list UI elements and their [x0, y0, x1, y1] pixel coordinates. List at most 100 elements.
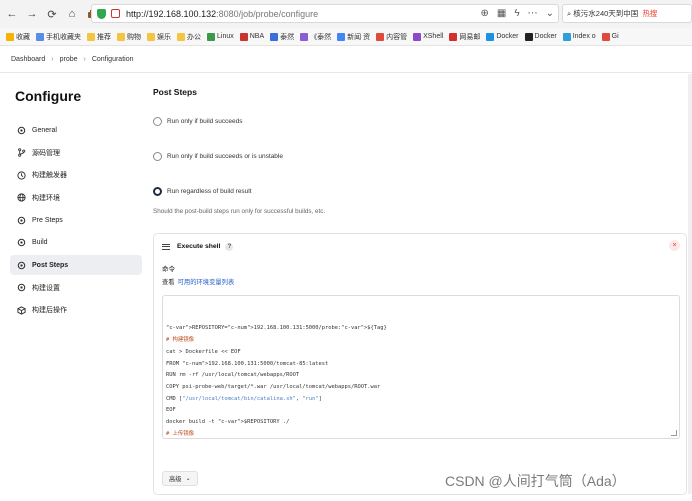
radio-run-regardless[interactable]: Run regardless of build result — [153, 187, 252, 196]
gear-icon — [16, 215, 26, 225]
command-textarea[interactable]: "c-var">REPOSITORY="c-num">192.168.100.1… — [162, 295, 680, 439]
chevron-down-icon: ⌄ — [185, 476, 191, 482]
main-content: Post Steps Run only if build succeeds Ru… — [152, 74, 692, 501]
bookmark-item[interactable]: 推荐 — [87, 32, 111, 42]
sidebar-nav: General 源码管理构建触发器构建环境 Pre Steps Build Post S… — [10, 120, 142, 323]
breadcrumb-configuration[interactable]: Configuration — [92, 56, 134, 63]
bookmark-icon — [376, 32, 385, 41]
translate-icon[interactable]: ▦ — [497, 8, 506, 19]
bookmark-item[interactable]: 办公 — [177, 32, 201, 42]
gear-icon — [16, 283, 26, 293]
sidebar-item-label: 构建环境 — [32, 194, 60, 202]
radio-button[interactable] — [153, 152, 162, 161]
star-icon — [6, 32, 14, 41]
sidebar-item-构建环境[interactable]: 构建环境 — [10, 188, 142, 208]
code-line: EOF — [166, 407, 176, 414]
code-line: cat > Dockerfile << EOF — [166, 348, 241, 355]
bookmark-icon — [601, 32, 610, 41]
bookmark-item[interactable]: 手机收藏夹 — [36, 32, 81, 42]
sidebar-item-构建后操作[interactable]: 构建后操作 — [10, 300, 142, 320]
bookmark-icon — [486, 32, 495, 41]
code-line: docker build -t "c-var">$REPOSITORY ./ — [166, 419, 290, 426]
bookmark-item[interactable]: 新闻 资 — [337, 32, 370, 42]
sidebar-item-构建触发器[interactable]: 构建触发器 — [10, 165, 142, 185]
bookmark-item[interactable]: Docker — [524, 32, 557, 41]
code-line: CMD ["/usr/local/tomcat/bin/catalina.sh"… — [166, 395, 322, 402]
code-line: COPY psi-probe-web/target/*.war /usr/loc… — [166, 383, 381, 390]
bookmark-icon — [117, 32, 125, 41]
home-icon[interactable]: ⌂ — [64, 6, 80, 22]
radio-run-if-success-or-unstable[interactable]: Run only if build succeeds or is unstabl… — [153, 152, 283, 161]
sidebar-item-label: Pre Steps — [32, 216, 63, 224]
branch-icon — [16, 148, 26, 158]
help-icon[interactable]: ? — [225, 242, 234, 251]
code-line: FROM "c-num">192.168.100.131:5000/tomcat… — [166, 360, 329, 367]
bookmark-item[interactable]: 《泰然 — [300, 32, 331, 42]
breadcrumb-probe[interactable]: probe — [60, 56, 78, 63]
execute-shell-title: Execute shell — [177, 243, 221, 250]
bookmark-item[interactable]: XShell — [413, 32, 443, 41]
sidebar-item-build[interactable]: Build — [10, 233, 142, 253]
post-steps-heading: Post Steps — [153, 87, 197, 97]
more-icon[interactable]: ⋯ — [528, 8, 538, 19]
bookmark-icon — [270, 32, 279, 41]
bookmark-icon — [337, 32, 346, 41]
bookmark-icon — [524, 32, 533, 41]
sidebar-item-label: 源码管理 — [32, 149, 60, 157]
gear-icon — [16, 125, 26, 135]
sidebar-item-label: General — [32, 126, 57, 134]
sidebar-item-源码管理[interactable]: 源码管理 — [10, 143, 142, 163]
search-box[interactable]: ⌕ 核污水240天到中国 热搜 — [562, 4, 692, 23]
bookmark-item[interactable]: Gi — [601, 32, 619, 41]
drag-handle-icon[interactable] — [162, 242, 170, 251]
execute-shell-header: Execute shell ? — [162, 242, 234, 251]
bookmark-item[interactable]: Linux — [207, 32, 234, 41]
bookmark-item[interactable]: Index o — [562, 32, 596, 41]
lightning-icon[interactable]: ϟ — [514, 8, 519, 19]
bookmark-item[interactable]: 收藏 — [6, 32, 30, 42]
zoom-icon[interactable]: ⊕ — [480, 8, 488, 19]
advanced-button[interactable]: 高级 ⌄ — [162, 471, 198, 486]
code-line: RUN rm -rf /usr/local/tomcat/webapps/ROO… — [166, 372, 300, 379]
resize-grip-icon[interactable] — [671, 430, 677, 436]
forward-icon[interactable]: → — [24, 6, 40, 22]
bookmark-icon — [207, 32, 215, 41]
back-icon[interactable]: ← — [4, 6, 20, 22]
page-scrollbar[interactable] — [688, 74, 692, 494]
sidebar-item-post-steps[interactable]: Post Steps — [10, 255, 142, 275]
sidebar-item-构建设置[interactable]: 构建设置 — [10, 278, 142, 298]
bookmark-item[interactable]: 泰然 — [270, 32, 294, 42]
bookmark-item[interactable]: NBA — [239, 32, 264, 41]
radio-button-checked[interactable] — [153, 187, 162, 196]
gear-icon — [16, 238, 26, 248]
bookmark-icon — [177, 32, 185, 41]
env-vars-line: 查看 可用的环境变量列表 — [162, 279, 235, 286]
radio-button[interactable] — [153, 117, 162, 126]
address-bar[interactable]: http://192.168.100.132:8080/job/probe/co… — [91, 4, 559, 23]
bookmark-item[interactable]: 网易邮 — [449, 32, 480, 42]
clock-icon — [16, 170, 26, 180]
bookmark-icon — [239, 32, 248, 41]
sidebar-item-label: Post Steps — [32, 261, 69, 269]
bookmark-icon — [300, 32, 309, 41]
bookmark-item[interactable]: 内容管 — [376, 32, 407, 42]
radio-run-if-success[interactable]: Run only if build succeeds — [153, 117, 243, 126]
env-vars-link[interactable]: 可用的环境变量列表 — [178, 279, 235, 286]
reload-icon[interactable]: ⟳ — [44, 6, 60, 22]
security-shield-icon — [97, 8, 106, 19]
command-label: 命令 — [162, 266, 175, 273]
bookmark-item[interactable]: Docker — [486, 32, 519, 41]
insecure-lock-icon — [111, 9, 120, 18]
bookmark-item[interactable]: 购物 — [117, 32, 141, 42]
sidebar-item-pre-steps[interactable]: Pre Steps — [10, 210, 142, 230]
code-line: # 上传镜像 — [166, 430, 195, 437]
bookmark-item[interactable]: 娱乐 — [147, 32, 171, 42]
close-icon[interactable]: × — [669, 240, 680, 251]
bookmark-icon — [449, 32, 458, 41]
chevron-down-icon[interactable]: ⌄ — [546, 8, 554, 19]
post-steps-hint: Should the post-build steps run only for… — [153, 208, 326, 215]
sidebar-item-label: 构建后操作 — [32, 307, 67, 314]
sidebar-item-general[interactable]: General — [10, 120, 142, 140]
bookmark-icon — [562, 32, 571, 41]
breadcrumb-dashboard[interactable]: Dashboard — [11, 56, 45, 63]
